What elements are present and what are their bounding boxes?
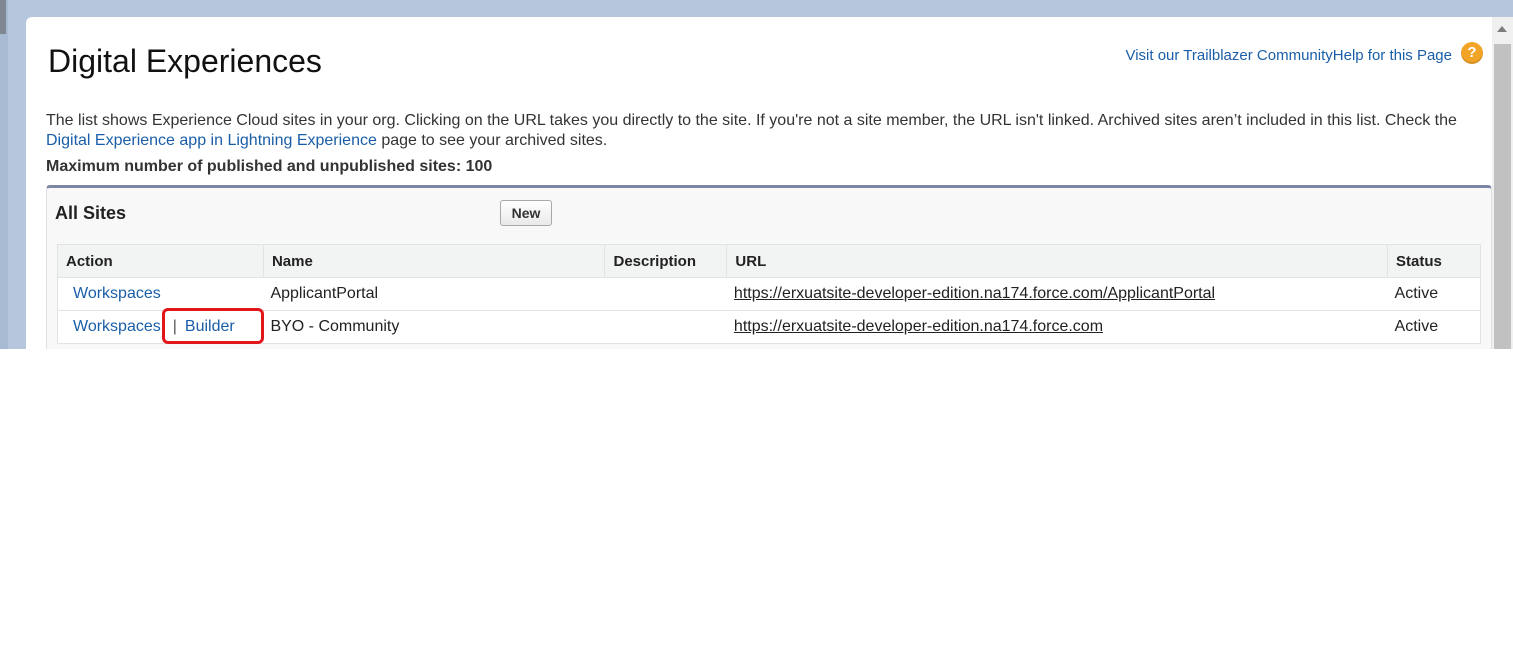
column-header-action[interactable]: Action bbox=[57, 244, 264, 278]
row-name-cell: BYO - Community bbox=[263, 310, 605, 344]
vertical-scrollbar[interactable] bbox=[1492, 17, 1513, 349]
row-status-cell: Active bbox=[1387, 277, 1481, 311]
row-action-cell: Workspaces bbox=[57, 277, 264, 311]
workspaces-link[interactable]: Workspaces bbox=[73, 285, 161, 302]
left-frame-nub bbox=[0, 0, 6, 34]
workspaces-link[interactable]: Workspaces bbox=[73, 318, 161, 335]
max-sites-note: Maximum number of published and unpublis… bbox=[46, 158, 493, 175]
site-url-link[interactable]: https://erxuatsite-developer-edition.na1… bbox=[734, 285, 1215, 302]
new-site-button[interactable]: New bbox=[500, 200, 552, 226]
help-question-icon[interactable]: ? bbox=[1461, 42, 1483, 64]
sites-table: Action Name Description URL Status Works… bbox=[57, 244, 1481, 344]
help-for-this-page-link[interactable]: Help for this Page bbox=[1333, 47, 1452, 64]
table-row: Workspaces | Builder BYO - Community https… bbox=[57, 308, 1481, 344]
row-url-cell: https://erxuatsite-developer-edition.na1… bbox=[726, 277, 1388, 311]
column-header-name[interactable]: Name bbox=[262, 244, 606, 278]
site-url-link[interactable]: https://erxuatsite-developer-edition.na1… bbox=[734, 318, 1103, 335]
intro-text-part-2: page to see your archived sites. bbox=[376, 132, 608, 149]
panel-title: All Sites bbox=[55, 203, 127, 223]
page-title: Digital Experiences bbox=[48, 43, 322, 79]
scrollbar-thumb[interactable] bbox=[1494, 44, 1511, 349]
trailblazer-community-link[interactable]: Visit our Trailblazer Community bbox=[1125, 47, 1332, 64]
screenshot-area: Digital Experiences Visit our Trailblaze… bbox=[0, 0, 1513, 349]
red-annotation-circle bbox=[161, 308, 264, 344]
intro-text-part-1: The list shows Experience Cloud sites in… bbox=[46, 112, 1457, 129]
all-sites-panel: All Sites New Action Name Description UR… bbox=[46, 185, 1492, 349]
row-status-cell: Active bbox=[1387, 310, 1481, 344]
main-card: Digital Experiences Visit our Trailblaze… bbox=[26, 17, 1492, 349]
digital-experience-app-link[interactable]: Digital Experience app in Lightning Expe… bbox=[46, 132, 377, 149]
intro-text: The list shows Experience Cloud sites in… bbox=[46, 111, 1476, 151]
row-action-cell: Workspaces | Builder bbox=[57, 308, 264, 344]
column-header-url[interactable]: URL bbox=[726, 244, 1389, 278]
left-frame-strip bbox=[0, 0, 8, 349]
scroll-up-arrow-icon[interactable] bbox=[1497, 26, 1507, 32]
table-header-row: Action Name Description URL Status bbox=[57, 244, 1481, 278]
row-description-cell bbox=[604, 277, 727, 311]
row-description-cell bbox=[604, 310, 727, 344]
row-url-cell: https://erxuatsite-developer-edition.na1… bbox=[726, 310, 1388, 344]
builder-highlight-wrap: Builder bbox=[161, 308, 264, 344]
top-links: Visit our Trailblazer CommunityHelp for … bbox=[1125, 47, 1452, 64]
column-header-description[interactable]: Description bbox=[604, 244, 728, 278]
row-name-cell: ApplicantPortal bbox=[263, 277, 605, 311]
table-row: Workspaces ApplicantPortal https://erxua… bbox=[57, 277, 1481, 311]
column-header-status[interactable]: Status bbox=[1387, 244, 1481, 278]
